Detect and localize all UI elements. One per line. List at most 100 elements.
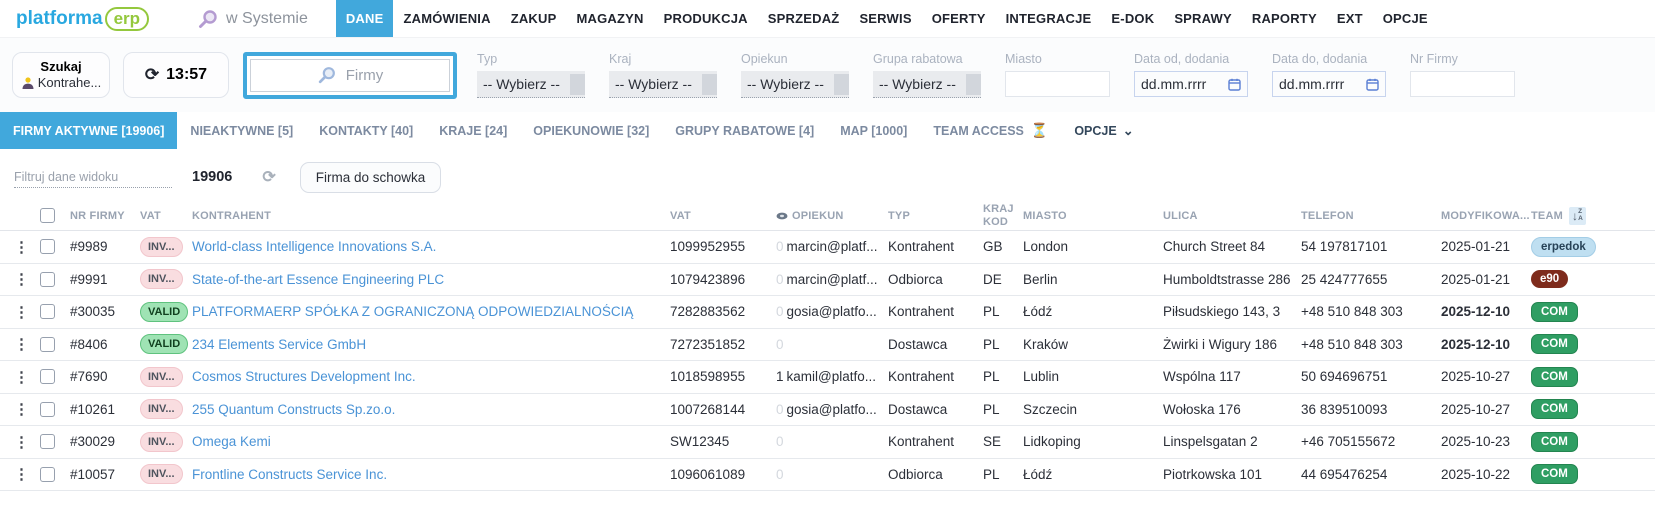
tab[interactable]: FIRMY AKTYWNE [19906] ⏳ ⌄: [0, 112, 178, 149]
tab-label: FIRMY AKTYWNE [19906]: [13, 123, 165, 138]
sort-icon[interactable]: ↓ ZA: [1568, 206, 1587, 225]
col-kraj-kod[interactable]: KRAJ KOD: [983, 203, 1023, 228]
miasto-cell: Szczecin: [1023, 401, 1078, 417]
nav-item[interactable]: ZAKUP: [501, 0, 567, 37]
nav-item[interactable]: OPCJE: [1373, 0, 1438, 37]
system-search[interactable]: w Systemie: [197, 0, 308, 37]
col-vat-status[interactable]: VAT: [140, 210, 192, 222]
col-opiekun[interactable]: OPIEKUN: [776, 210, 888, 222]
nav-item[interactable]: OFERTY: [922, 0, 996, 37]
company-number: #7690: [70, 369, 108, 385]
select-all-checkbox[interactable]: [40, 208, 55, 223]
col-kontrahent[interactable]: KONTRAHENT: [192, 210, 670, 222]
tab[interactable]: GRUPY RABATOWE [4] ⏳ ⌄: [662, 112, 827, 149]
row-checkbox[interactable]: [40, 336, 55, 352]
telefon-cell: 36 839510093: [1301, 401, 1388, 417]
col-modyfikowany[interactable]: MODYFIKOWA...: [1441, 210, 1531, 222]
opiekun-count: 1: [776, 369, 784, 385]
nav-item[interactable]: DANE: [335, 0, 394, 37]
company-link[interactable]: World-class Intelligence Innovations S.A…: [192, 239, 670, 254]
nav-item[interactable]: SERWIS: [849, 0, 921, 37]
refresh-time-button[interactable]: ⟳ 13:57: [123, 52, 229, 98]
nav-item[interactable]: MAGAZYN: [566, 0, 653, 37]
kebab-menu-icon[interactable]: ⋮: [14, 465, 40, 483]
row-checkbox[interactable]: [40, 271, 55, 287]
nav-item[interactable]: RAPORTY: [1242, 0, 1327, 37]
company-link[interactable]: Frontline Constructs Service Inc.: [192, 467, 670, 482]
tab[interactable]: NIEAKTYWNE [5] ⏳ ⌄: [177, 112, 306, 149]
nav-item[interactable]: ZAMÓWIENIA: [393, 0, 500, 37]
kebab-menu-icon[interactable]: ⋮: [14, 400, 40, 418]
opiekun-count: 0: [776, 271, 784, 287]
search-contractor-button[interactable]: Szukaj Kontrahe...: [12, 52, 110, 98]
filter-label: Miasto: [1005, 52, 1042, 66]
nav-item[interactable]: INTEGRACJE: [996, 0, 1102, 37]
team-cell: COM: [1531, 366, 1647, 387]
tab[interactable]: OPIEKUNOWIE [32] ⏳ ⌄: [520, 112, 662, 149]
company-link[interactable]: State-of-the-art Essence Engineering PLC: [192, 272, 670, 287]
company-link[interactable]: Omega Kemi: [192, 434, 670, 449]
nav-item[interactable]: SPRZEDAŻ: [758, 0, 850, 37]
filter-select[interactable]: -- Wybierz --: [609, 71, 717, 98]
col-ulica[interactable]: ULICA: [1163, 210, 1301, 222]
col-miasto[interactable]: MIASTO: [1023, 210, 1163, 222]
company-to-clipboard-button[interactable]: Firma do schowka: [299, 161, 442, 193]
opiekun-count: 0: [776, 239, 784, 255]
filter-date-input[interactable]: dd.mm.rrrr: [1272, 71, 1386, 97]
row-checkbox[interactable]: [40, 369, 55, 385]
tab[interactable]: KONTAKTY [40] ⏳ ⌄: [306, 112, 426, 149]
kebab-menu-icon[interactable]: ⋮: [14, 335, 40, 353]
kraj-kod-cell: PL: [983, 369, 1000, 385]
ulica-cell: Wspólna 117: [1163, 369, 1241, 385]
row-checkbox[interactable]: [40, 401, 55, 417]
nav-item[interactable]: SPRAWY: [1164, 0, 1242, 37]
nav-item[interactable]: E-DOK: [1101, 0, 1164, 37]
app-logo[interactable]: platforma erp: [16, 0, 150, 37]
kebab-menu-icon[interactable]: ⋮: [14, 270, 40, 288]
company-link[interactable]: Cosmos Structures Development Inc.: [192, 369, 670, 384]
table-row: ⋮ #10261 INV... 255 Quantum Constructs S…: [0, 394, 1655, 426]
tab[interactable]: MAP [1000] ⏳ ⌄: [827, 112, 920, 149]
table-row: ⋮ #8406 VALID 234 Elements Service GmbH …: [0, 329, 1655, 361]
col-team[interactable]: TEAM ↓ ZA: [1531, 206, 1647, 225]
company-link[interactable]: 234 Elements Service GmbH: [192, 337, 670, 352]
row-checkbox[interactable]: [40, 434, 55, 450]
col-vat[interactable]: VAT: [670, 210, 776, 222]
row-checkbox[interactable]: [40, 466, 55, 482]
tab[interactable]: OPCJE ⏳ ⌄: [1061, 112, 1146, 149]
col-telefon[interactable]: TELEFON: [1301, 210, 1441, 222]
col-typ[interactable]: TYP: [888, 210, 983, 222]
row-checkbox[interactable]: [40, 239, 55, 255]
tab[interactable]: TEAM ACCESS ⏳ ⌄: [920, 112, 1061, 149]
main-search-box[interactable]: Firmy: [243, 51, 457, 99]
hourglass-icon: ⏳: [1030, 122, 1049, 138]
kebab-menu-icon[interactable]: ⋮: [14, 433, 40, 451]
filter-view-input[interactable]: [14, 166, 172, 188]
filter-bar: Typ -- Wybierz -- -- Wybierz -- Kraj -- …: [477, 52, 1515, 98]
kebab-menu-icon[interactable]: ⋮: [14, 368, 40, 386]
table-row: ⋮ #9989 INV... World-class Intelligence …: [0, 231, 1655, 264]
kebab-menu-icon[interactable]: ⋮: [14, 303, 40, 321]
ulica-cell: Piłsudskiego 143, 3: [1163, 304, 1281, 320]
nav-item[interactable]: EXT: [1327, 0, 1373, 37]
filter-text-input[interactable]: [1410, 71, 1515, 97]
company-link[interactable]: PLATFORMAERP SPÓŁKA Z OGRANICZONĄ ODPOWI…: [192, 304, 670, 319]
miasto-cell: Łódź: [1023, 466, 1053, 482]
opiekun-count: 0: [776, 466, 784, 482]
row-checkbox[interactable]: [40, 304, 55, 320]
record-count: 19906: [192, 169, 233, 185]
filter-text-input[interactable]: [1005, 71, 1110, 97]
filter-date-input[interactable]: dd.mm.rrrr: [1134, 71, 1248, 97]
nav-item[interactable]: PRODUKCJA: [654, 0, 758, 37]
tab[interactable]: KRAJE [24] ⏳ ⌄: [426, 112, 520, 149]
tab-label: KRAJE [24]: [439, 123, 508, 138]
refresh-icon[interactable]: ⟳: [262, 167, 275, 187]
modyfikowany-cell: 2025-10-27: [1441, 401, 1511, 417]
company-link[interactable]: 255 Quantum Constructs Sp.zo.o.: [192, 402, 670, 417]
kebab-menu-icon[interactable]: ⋮: [14, 238, 40, 256]
filter-select[interactable]: -- Wybierz --: [477, 71, 585, 98]
filter-select[interactable]: -- Wybierz --: [873, 71, 981, 98]
chevron-down-icon: ⌄: [1122, 122, 1134, 138]
col-nr-firmy[interactable]: NR FIRMY: [70, 210, 140, 222]
filter-select[interactable]: -- Wybierz --: [741, 71, 849, 98]
